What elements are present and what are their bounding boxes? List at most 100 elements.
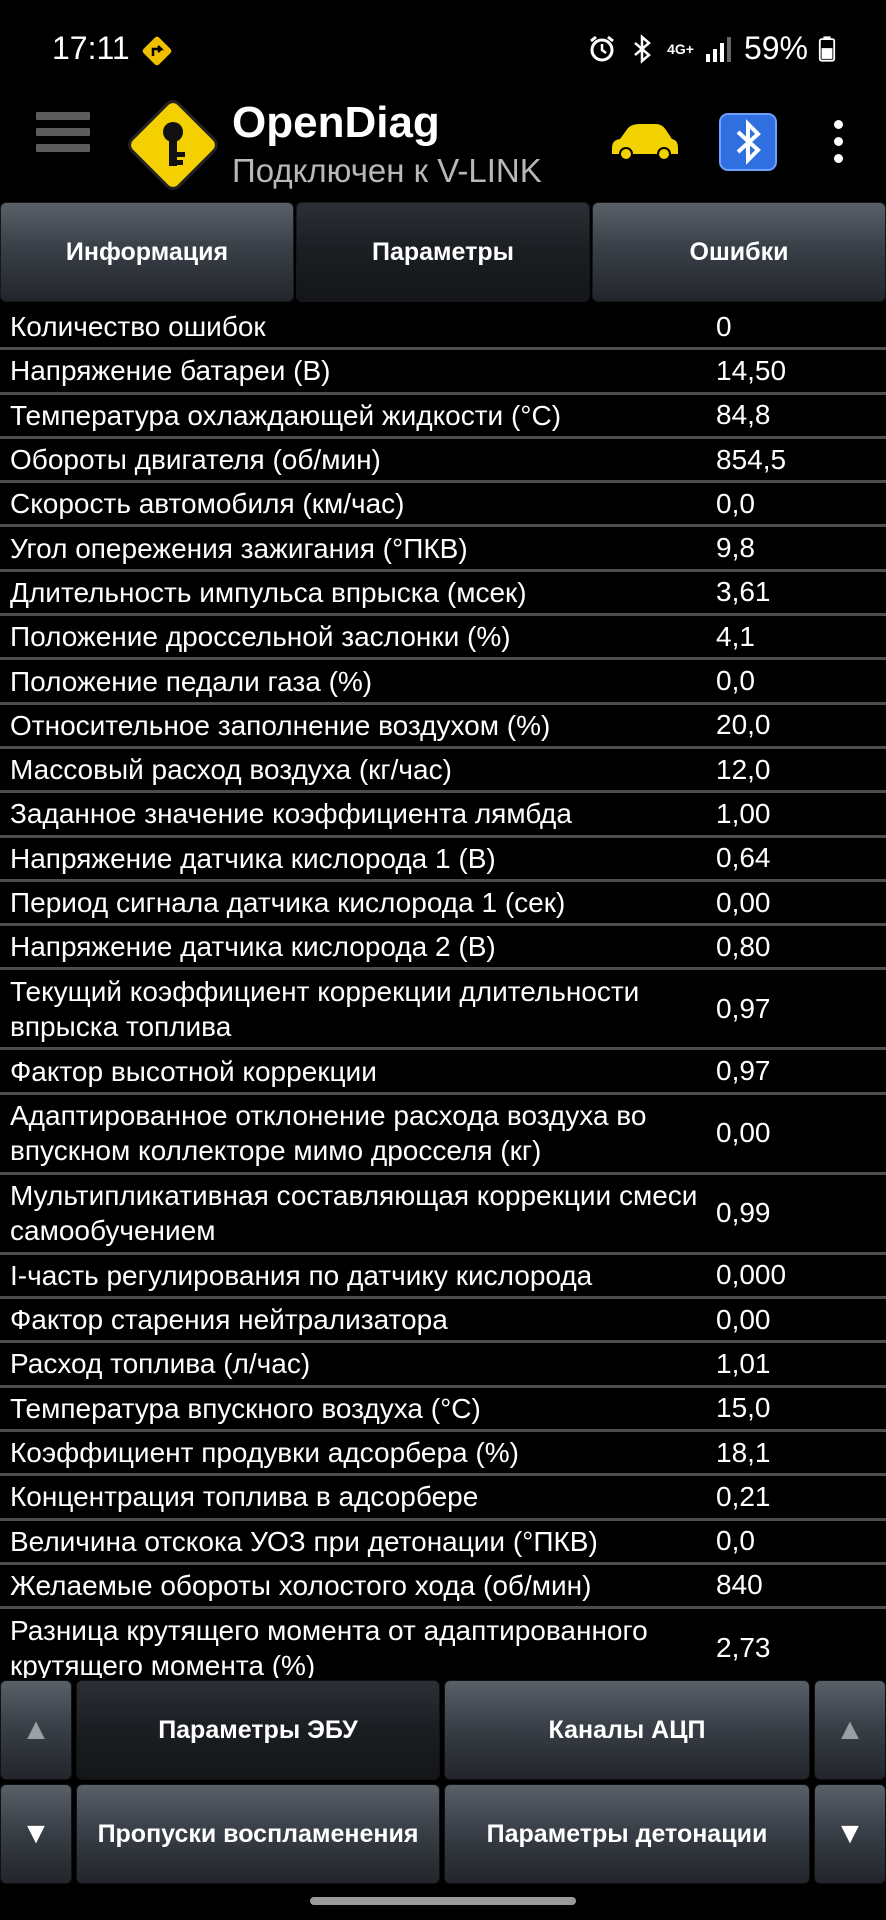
tab-bar: Информация Параметры Ошибки xyxy=(0,202,886,304)
param-row[interactable]: Величина отскока УОЗ при детонации (°ПКВ… xyxy=(0,1521,886,1565)
param-value: 84,8 xyxy=(716,399,771,431)
param-name: I-часть регулирования по датчику кислоро… xyxy=(10,1259,593,1291)
param-name: Длительность импульса впрыска (мсек) xyxy=(10,576,527,608)
param-value: 4,1 xyxy=(716,620,755,652)
param-value: 0,0 xyxy=(716,1525,755,1557)
param-value: 0,64 xyxy=(716,842,771,874)
param-row[interactable]: Относительное заполнение воздухом (%) 20,… xyxy=(0,705,886,749)
bottom-controls: ▲ Параметры ЭБУ Каналы АЦП ▲ ▼ Пропуски … xyxy=(0,1680,886,1890)
battery-percent: 59% xyxy=(743,30,808,66)
param-value: 0,0 xyxy=(716,665,755,697)
param-value: 1,00 xyxy=(716,797,771,829)
param-row[interactable]: Скорость автомобиля (км/час) 0,0 xyxy=(0,483,886,528)
param-value: 0,21 xyxy=(716,1480,771,1512)
param-row[interactable]: Желаемые обороты холостого хода (об/мин)… xyxy=(0,1565,886,1610)
param-name: Угол опережения зажигания (°ПКВ) xyxy=(10,532,468,564)
param-row[interactable]: Разница крутящего момента от адаптирован… xyxy=(0,1609,886,1678)
home-indicator[interactable] xyxy=(310,1897,576,1905)
param-value: 0,97 xyxy=(716,1055,771,1087)
param-row[interactable]: Адаптированное отклонение расхода воздух… xyxy=(0,1095,886,1175)
param-row[interactable]: Фактор старения нейтрализатора 0,00 xyxy=(0,1299,886,1344)
param-name: Фактор высотной коррекции xyxy=(10,1055,377,1087)
param-value: 3,61 xyxy=(716,576,771,608)
param-name: Обороты двигателя (об/мин) xyxy=(10,444,381,476)
scroll-down-right-button[interactable]: ▼ xyxy=(814,1784,886,1884)
param-row[interactable]: Напряжение датчика кислорода 2 (В) 0,80 xyxy=(0,926,886,971)
param-row[interactable]: Положение дроссельной заслонки (%) 4,1 xyxy=(0,616,886,661)
param-row[interactable]: Длительность импульса впрыска (мсек) 3,61 xyxy=(0,572,886,617)
parameters-table[interactable]: Количество ошибок 0 Напряжение батареи (В)… xyxy=(0,306,886,1678)
param-value: 0,97 xyxy=(716,992,771,1024)
param-row[interactable]: Напряжение датчика кислорода 1 (В) 0,64 xyxy=(0,838,886,882)
param-name: Мультипликативная составляющая коррекции… xyxy=(10,1180,698,1247)
param-name: Количество ошибок xyxy=(10,311,266,343)
param-value: 0,80 xyxy=(716,930,771,962)
param-name: Температура впускного воздуха (°С) xyxy=(10,1392,481,1424)
param-name: Положение педали газа (%) xyxy=(10,665,373,697)
param-name: Разница крутящего момента от адаптирован… xyxy=(10,1614,648,1678)
scroll-up-right-button[interactable]: ▲ xyxy=(814,1680,886,1780)
ecu-params-button[interactable]: Параметры ЭБУ xyxy=(76,1680,440,1780)
bluetooth-connect-icon[interactable] xyxy=(718,112,778,172)
scroll-down-left-button[interactable]: ▼ xyxy=(0,1784,72,1884)
menu-icon[interactable] xyxy=(36,112,90,168)
param-value: 840 xyxy=(716,1569,763,1601)
param-value: 12,0 xyxy=(716,753,771,785)
navigation-icon xyxy=(142,36,172,66)
param-name: Текущий коэффициент коррекции длительнос… xyxy=(10,975,640,1042)
param-row[interactable]: Напряжение батареи (В) 14,50 xyxy=(0,350,886,395)
misfires-button[interactable]: Пропуски воспламенения xyxy=(76,1784,440,1884)
param-row[interactable]: Мультипликативная составляющая коррекции… xyxy=(0,1175,886,1255)
param-row[interactable]: Температура охлаждающей жидкости (°С) 84,… xyxy=(0,395,886,439)
param-value: 0 xyxy=(716,310,732,342)
param-value: 2,73 xyxy=(716,1631,771,1663)
scroll-up-left-button[interactable]: ▲ xyxy=(0,1680,72,1780)
tab-errors[interactable]: Ошибки xyxy=(592,202,886,302)
param-value: 1,01 xyxy=(716,1347,771,1379)
status-time: 17:11 xyxy=(52,30,130,66)
param-name: Напряжение датчика кислорода 1 (В) xyxy=(10,842,496,874)
detonation-params-button[interactable]: Параметры детонации xyxy=(444,1784,810,1884)
alarm-icon xyxy=(590,35,615,61)
adc-channels-button[interactable]: Каналы АЦП xyxy=(444,1680,810,1780)
param-value: 0,00 xyxy=(716,886,771,918)
param-name: Напряжение датчика кислорода 2 (В) xyxy=(10,931,496,963)
param-name: Фактор старения нейтрализатора xyxy=(10,1304,448,1336)
param-row[interactable]: Температура впускного воздуха (°С) 15,0 xyxy=(0,1388,886,1432)
param-value: 0,000 xyxy=(716,1259,787,1291)
param-row[interactable]: Расход топлива (л/час) 1,01 xyxy=(0,1343,886,1388)
param-name: Положение дроссельной заслонки (%) xyxy=(10,621,511,653)
param-row[interactable]: I-часть регулирования по датчику кислоро… xyxy=(0,1255,886,1300)
param-value: 18,1 xyxy=(716,1436,771,1468)
param-name: Расход топлива (л/час) xyxy=(10,1348,311,1380)
tab-information[interactable]: Информация xyxy=(0,202,294,302)
param-value: 9,8 xyxy=(716,532,755,564)
car-icon[interactable] xyxy=(608,120,680,164)
param-row[interactable]: Коэффициент продувки адсорбера (%) 18,1 xyxy=(0,1432,886,1477)
param-value: 854,5 xyxy=(716,443,787,475)
param-name: Относительное заполнение воздухом (%) xyxy=(10,709,551,741)
param-value: 0,00 xyxy=(716,1303,771,1335)
battery-icon xyxy=(818,35,836,62)
param-name: Массовый расход воздуха (кг/час) xyxy=(10,754,452,786)
param-row[interactable]: Положение педали газа (%) 0,0 xyxy=(0,660,886,705)
param-value: 0,99 xyxy=(716,1197,771,1229)
more-icon[interactable] xyxy=(826,120,850,170)
status-bar: 17:11 4G+ 59% xyxy=(0,0,886,100)
param-row[interactable]: Заданное значение коэффициента лямбда 1,0… xyxy=(0,793,886,838)
param-row[interactable]: Концентрация топлива в адсорбере 0,21 xyxy=(0,1476,886,1521)
param-row[interactable]: Обороты двигателя (об/мин) 854,5 xyxy=(0,439,886,484)
param-row[interactable]: Фактор высотной коррекции 0,97 xyxy=(0,1050,886,1095)
app-logo-icon xyxy=(128,100,218,190)
param-name: Заданное значение коэффициента лямбда xyxy=(10,798,572,830)
param-row[interactable]: Текущий коэффициент коррекции длительнос… xyxy=(0,970,886,1051)
param-name: Температура охлаждающей жидкости (°С) xyxy=(10,399,562,431)
param-name: Коэффициент продувки адсорбера (%) xyxy=(10,1437,519,1469)
param-row[interactable]: Массовый расход воздуха (кг/час) 12,0 xyxy=(0,749,886,794)
bluetooth-icon xyxy=(634,33,652,64)
param-row[interactable]: Период сигнала датчика кислорода 1 (сек)… xyxy=(0,882,886,927)
param-row[interactable]: Угол опережения зажигания (°ПКВ) 9,8 xyxy=(0,527,886,572)
param-row[interactable]: Количество ошибок 0 xyxy=(0,306,886,351)
tab-parameters[interactable]: Параметры xyxy=(296,202,590,302)
param-name: Величина отскока УОЗ при детонации (°ПКВ… xyxy=(10,1525,598,1557)
